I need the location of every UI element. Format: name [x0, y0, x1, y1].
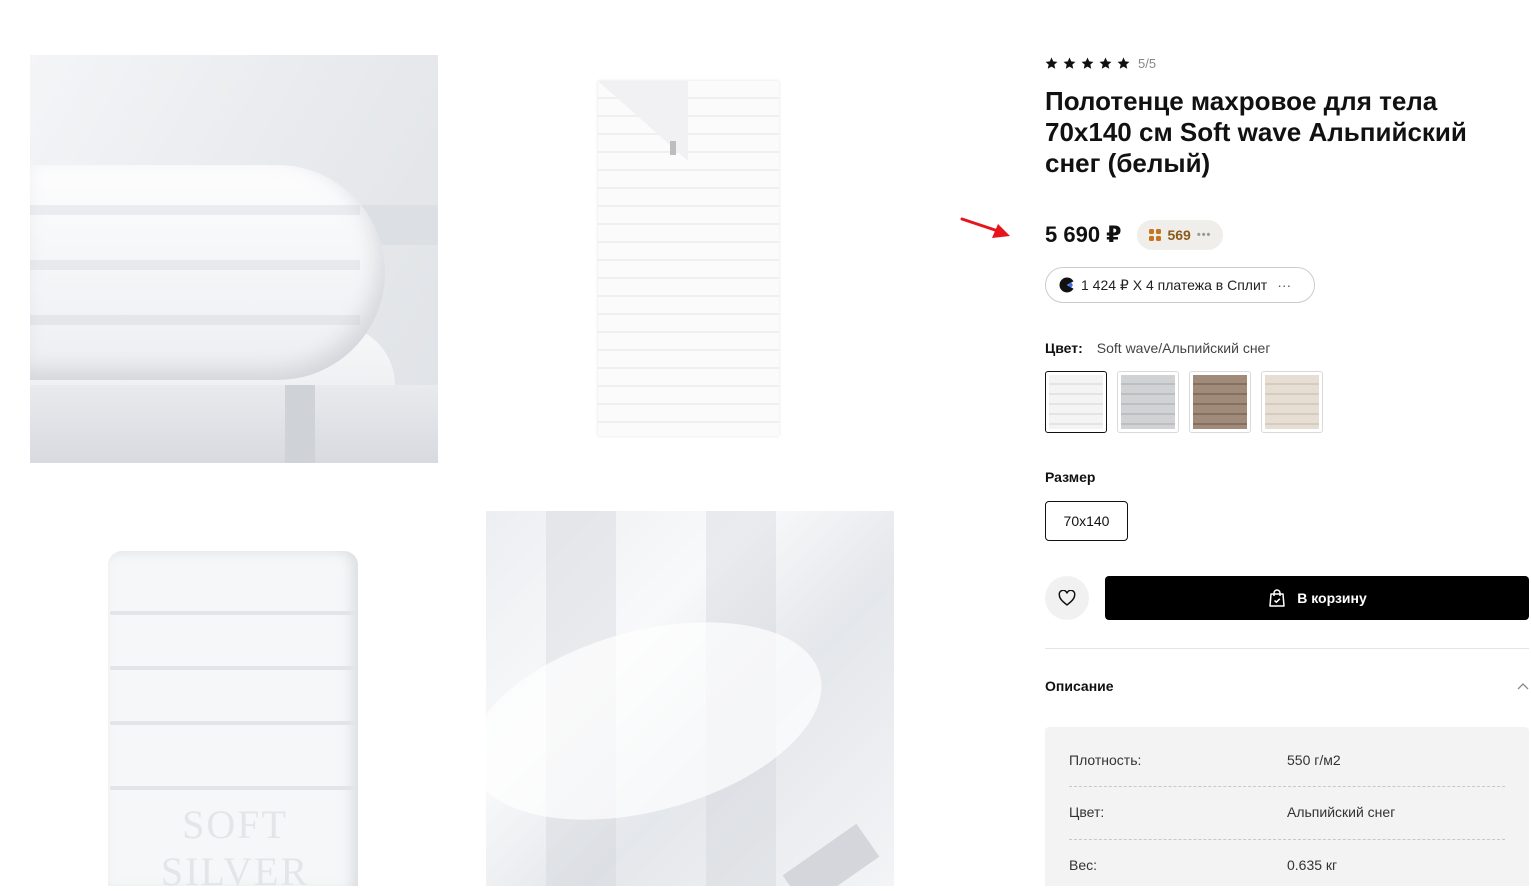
bench-leg	[285, 385, 315, 463]
towel-roll	[30, 165, 385, 380]
spec-value: Альпийский снег	[1287, 804, 1396, 820]
bench-shape	[30, 385, 438, 463]
more-icon: ···	[1277, 277, 1292, 293]
flat-towel-photo[interactable]	[486, 55, 894, 463]
swatch-fill	[1193, 375, 1247, 429]
description-toggle[interactable]: Описание	[1045, 676, 1529, 696]
star-icon	[1045, 57, 1058, 69]
product-price: 5 690 ₽	[1045, 222, 1122, 247]
color-swatch-brown[interactable]	[1189, 371, 1251, 433]
red-arrow-icon	[960, 217, 1010, 238]
split-icon	[1059, 277, 1075, 293]
bonus-amount: 569	[1167, 227, 1191, 243]
price-row: 5 690 ₽ 569 •••	[1045, 219, 1224, 251]
spec-value: 0.635 кг	[1287, 857, 1338, 873]
star-icon	[1117, 57, 1130, 69]
spec-row: Вес: 0.635 кг	[1069, 839, 1505, 891]
towel-tag	[670, 141, 676, 155]
color-swatches	[1045, 371, 1333, 433]
spec-value: 550 г/м2	[1287, 752, 1341, 768]
bonus-icon	[1149, 229, 1162, 241]
divider	[1045, 648, 1529, 649]
rating-text[interactable]: 5/5	[1138, 56, 1156, 71]
bonus-more-icon: •••	[1196, 229, 1212, 241]
swatch-fill	[1049, 375, 1103, 429]
towel-fold-shape	[486, 587, 844, 855]
color-row: Цвет: Soft wave/Альпийский снег	[1045, 340, 1270, 356]
chevron-up-icon	[1517, 683, 1529, 690]
spec-key: Плотность:	[1069, 752, 1142, 768]
color-swatch-white[interactable]	[1045, 371, 1107, 433]
color-swatch-grey[interactable]	[1117, 371, 1179, 433]
product-panel: 5/5 Полотенце махровое для тела 70х140 с…	[1045, 0, 1529, 886]
add-to-cart-label: В корзину	[1297, 590, 1367, 606]
product-title: Полотенце махровое для тела 70х140 см So…	[1045, 86, 1467, 178]
star-icon	[1081, 57, 1094, 69]
favorite-button[interactable]	[1045, 576, 1089, 620]
color-label: Цвет:	[1045, 340, 1083, 356]
size-option-button[interactable]: 70х140	[1045, 501, 1128, 541]
description-label: Описание	[1045, 678, 1114, 694]
shopping-bag-icon	[1269, 589, 1285, 607]
color-value: Soft wave/Альпийский снег	[1096, 340, 1271, 356]
star-icon	[1099, 57, 1112, 69]
split-text: 1 424 ₽ X 4 платежа в Сплит	[1081, 276, 1268, 293]
specs-table: Плотность: 550 г/м2 Цвет: Альпийский сне…	[1045, 727, 1529, 886]
towel-closeup-photo[interactable]	[486, 511, 894, 886]
star-icon	[1063, 57, 1076, 69]
spec-key: Вес:	[1069, 857, 1098, 873]
towel-label	[782, 823, 880, 886]
split-payment-button[interactable]: 1 424 ₽ X 4 платежа в Сплит ···	[1045, 267, 1315, 303]
stacked-towel-photo[interactable]: SOFT SILVER	[30, 511, 438, 886]
towel-logo: SOFT SILVER	[160, 802, 310, 886]
color-swatch-beige[interactable]	[1261, 371, 1323, 433]
swatch-fill	[1265, 375, 1319, 429]
swatch-fill	[1121, 375, 1175, 429]
bonus-badge[interactable]: 569 •••	[1137, 220, 1224, 250]
spec-key: Цвет:	[1069, 804, 1105, 820]
spec-row: Плотность: 550 г/м2	[1069, 734, 1505, 786]
product-gallery: SOFT SILVER	[0, 0, 960, 886]
heart-icon	[1058, 590, 1076, 606]
folded-towel-photo[interactable]	[30, 55, 438, 463]
spec-row: Цвет: Альпийский снег	[1069, 786, 1505, 838]
size-label: Размер	[1045, 469, 1096, 485]
add-to-cart-button[interactable]: В корзину	[1105, 576, 1529, 620]
rating: 5/5	[1045, 55, 1156, 71]
